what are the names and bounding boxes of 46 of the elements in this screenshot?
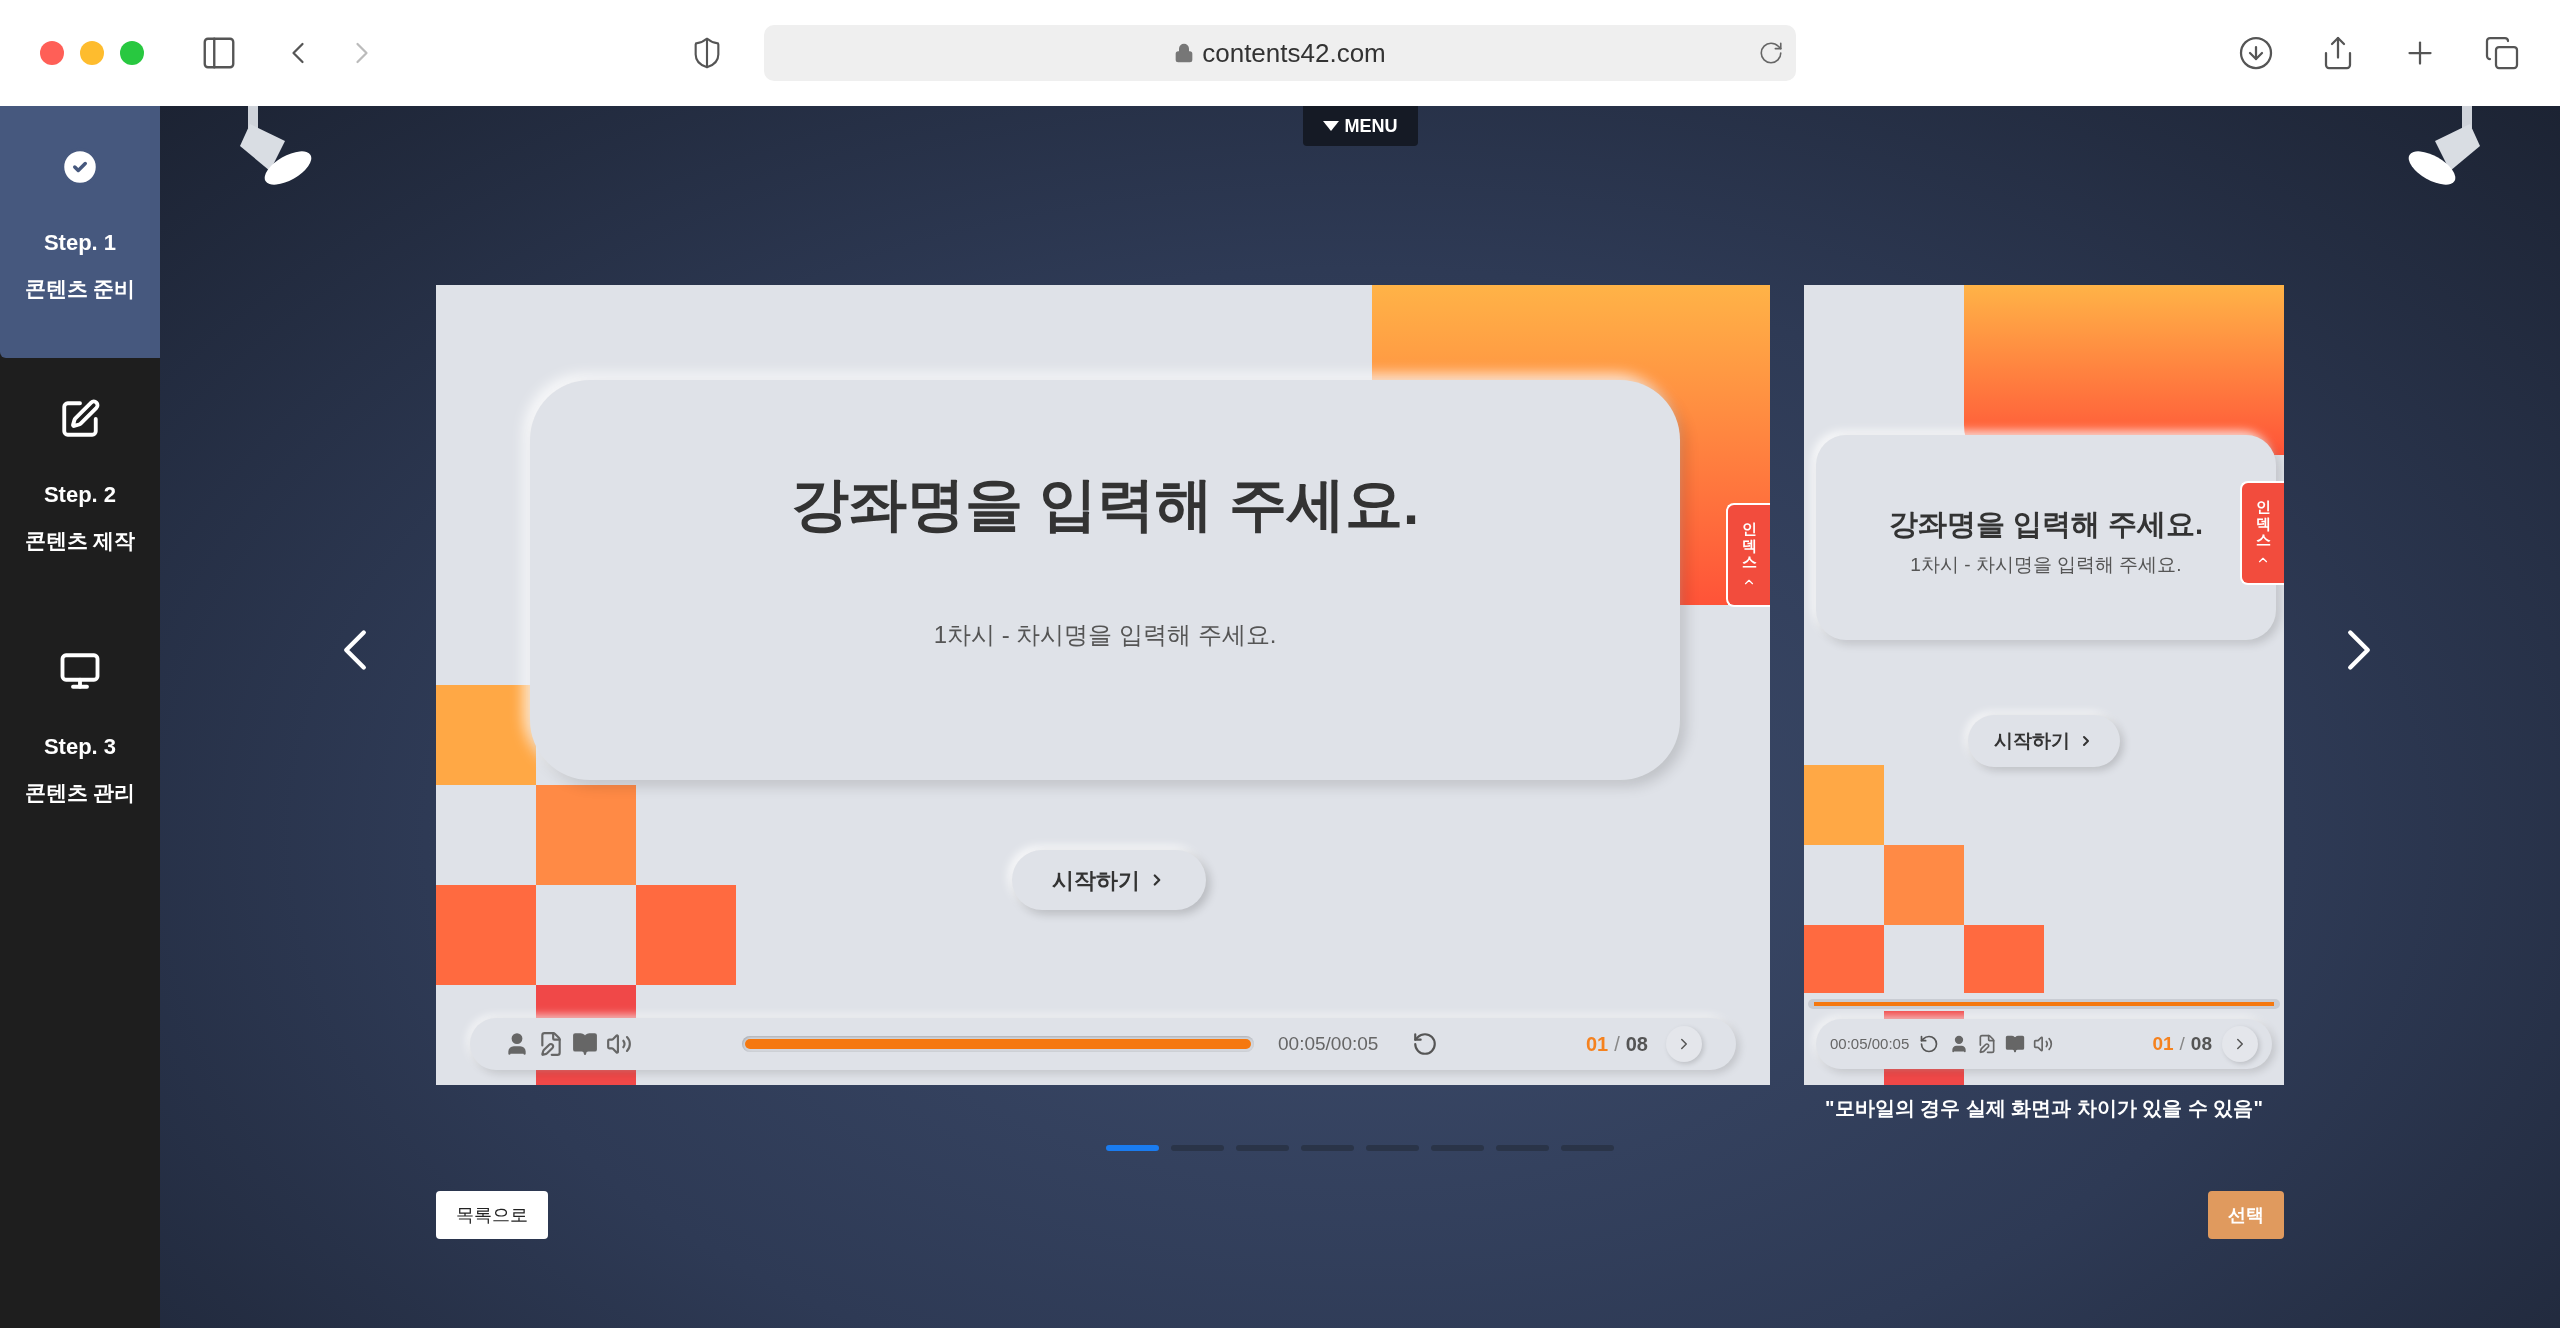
step-label: 콘텐츠 준비 <box>24 276 136 302</box>
time-display: 00:05/00:05 <box>1830 1033 1910 1054</box>
page-separator: / <box>2179 1031 2185 1056</box>
tabs-overview-icon[interactable] <box>2484 35 2520 71</box>
total-pages: 08 <box>1625 1032 1648 1057</box>
course-title: 강좌명을 입력해 주세요. <box>1888 507 2204 542</box>
download-icon[interactable] <box>2238 35 2274 71</box>
book-icon[interactable] <box>2005 1034 2026 1054</box>
document-edit-icon[interactable] <box>538 1031 564 1057</box>
lock-icon <box>1174 43 1195 63</box>
step-number: Step. 1 <box>43 229 117 257</box>
start-button[interactable]: 시작하기 <box>1968 715 2120 767</box>
book-icon[interactable] <box>572 1031 598 1057</box>
current-page: 01 <box>1585 1032 1609 1057</box>
volume-icon[interactable] <box>606 1031 632 1057</box>
step-number: Step. 2 <box>43 481 117 509</box>
step-label: 콘텐츠 제작 <box>24 528 136 554</box>
menu-tab[interactable]: MENU <box>1302 106 1418 146</box>
back-to-list-button[interactable]: 목록으로 <box>436 1191 548 1239</box>
total-pages: 08 <box>2190 1031 2212 1056</box>
time-display: 00:05/00:05 <box>1278 1032 1379 1054</box>
current-page: 01 <box>2152 1031 2174 1056</box>
start-button[interactable]: 시작하기 <box>1012 850 1206 910</box>
page-separator: / <box>1614 1032 1620 1057</box>
step-label: 콘텐츠 관리 <box>24 780 136 806</box>
index-label: 인덱스 <box>1741 521 1757 571</box>
edit-icon <box>59 398 101 440</box>
caret-down-icon <box>1322 121 1339 131</box>
replay-icon[interactable] <box>1919 1034 1940 1054</box>
index-tab[interactable]: 인덱스 <box>1726 503 1770 607</box>
lesson-subtitle: 1차시 - 차시명을 입력해 주세요. <box>933 620 1277 650</box>
document-edit-icon[interactable] <box>1977 1034 1998 1054</box>
reload-icon[interactable] <box>1758 40 1784 66</box>
address-bar[interactable]: contents42.com <box>764 25 1796 81</box>
monitor-icon <box>59 650 101 692</box>
volume-icon[interactable] <box>2033 1034 2054 1054</box>
replay-icon[interactable] <box>1412 1031 1439 1057</box>
mobile-notice: "모바일의 경우 실제 화면과 차이가 있을 수 있음" <box>1825 1096 2263 1121</box>
lesson-subtitle: 1차시 - 차시명을 입력해 주세요. <box>1910 552 2182 577</box>
step-number: Step. 3 <box>43 733 117 761</box>
url-text: contents42.com <box>1202 36 1386 70</box>
course-title: 강좌명을 입력해 주세요. <box>790 470 1420 538</box>
step-item[interactable]: Step. 1 콘텐츠 준비 <box>0 106 160 358</box>
close-window-icon[interactable] <box>40 41 64 65</box>
index-tab[interactable]: 인덱스 <box>2240 481 2284 585</box>
index-label: 인덱스 <box>2255 499 2271 549</box>
